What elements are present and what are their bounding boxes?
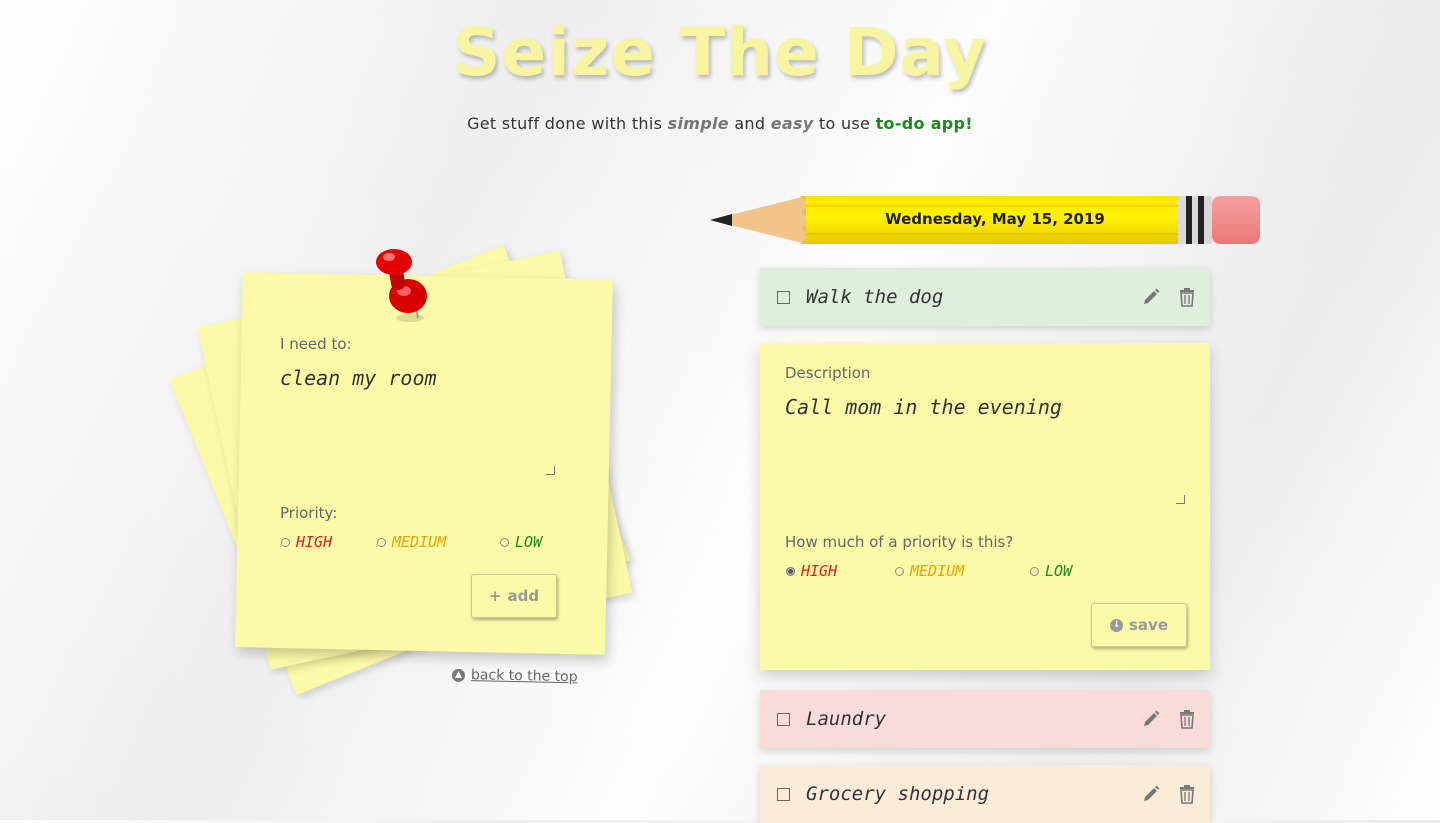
subtitle-and: and: [734, 114, 766, 133]
add-button-label: add: [507, 587, 540, 605]
subtitle-app: to-do app!: [875, 114, 973, 133]
description-resize-handle[interactable]: [1176, 495, 1185, 504]
task-input-resize-handle[interactable]: [546, 466, 555, 475]
edit-priority-low-label: LOW: [1045, 562, 1073, 580]
subtitle-prefix: Get stuff done with this: [467, 114, 663, 133]
description-label: Description: [785, 364, 871, 382]
pencil-edit-icon[interactable]: [1141, 709, 1161, 729]
trash-icon[interactable]: [1178, 784, 1196, 804]
pencil-edit-icon[interactable]: [1141, 784, 1161, 804]
app-subtitle: Get stuff done with this simple and easy…: [0, 114, 1440, 133]
save-button[interactable]: ↓ save: [1091, 603, 1187, 647]
edit-priority-low-option[interactable]: LOW: [1030, 562, 1072, 580]
subtitle-easy: easy: [770, 114, 814, 133]
radio-high-selected[interactable]: [786, 566, 795, 576]
radio-medium[interactable]: [895, 566, 904, 576]
priority-medium-label: MEDIUM: [392, 533, 447, 551]
edit-priority-medium-label: MEDIUM: [910, 562, 965, 580]
app-title: Seize The Day: [452, 14, 988, 91]
pencil-edit-icon[interactable]: [1141, 287, 1161, 307]
todo-label: Grocery shopping: [806, 783, 990, 805]
trash-icon[interactable]: [1178, 709, 1196, 729]
pushpin-icon: [376, 249, 427, 322]
radio-medium[interactable]: [377, 537, 386, 547]
edit-priority-high-label: HIGH: [801, 562, 838, 580]
trash-icon[interactable]: [1178, 287, 1196, 307]
todo-checkbox[interactable]: [777, 712, 790, 726]
priority-label: Priority:: [280, 504, 338, 522]
save-button-label: save: [1128, 616, 1168, 634]
priority-high-label: HIGH: [296, 533, 333, 551]
back-to-top-label: back to the top: [470, 667, 578, 686]
task-label: I need to:: [280, 335, 352, 353]
edit-priority-high-option[interactable]: HIGH: [786, 562, 837, 580]
save-circle-icon: ↓: [1109, 618, 1123, 632]
todo-checkbox[interactable]: [777, 787, 790, 801]
priority-low-label: LOW: [515, 533, 543, 551]
todo-item: Grocery shopping: [760, 765, 1210, 823]
description-input[interactable]: Call mom in the evening: [785, 395, 1185, 500]
priority-low-option[interactable]: LOW: [500, 533, 542, 551]
priority-high-option[interactable]: HIGH: [281, 533, 332, 551]
todo-label: Walk the dog: [806, 286, 944, 308]
add-button[interactable]: + add: [471, 574, 557, 618]
task-input[interactable]: clean my room: [280, 366, 555, 474]
todo-item: Walk the dog: [760, 268, 1210, 326]
edit-priority-label: How much of a priority is this?: [785, 533, 1014, 551]
subtitle-simple: simple: [667, 114, 729, 133]
todo-checkbox[interactable]: [777, 290, 790, 304]
subtitle-to-use: to use: [818, 114, 871, 133]
todo-item: Laundry: [760, 690, 1210, 748]
chevron-up-circle-icon: ▲: [451, 668, 466, 682]
current-date: Wednesday, May 15, 2019: [885, 210, 1105, 228]
back-to-top-link[interactable]: ▲ back to the top: [451, 667, 578, 686]
radio-low[interactable]: [1030, 566, 1039, 576]
radio-low[interactable]: [500, 537, 509, 547]
edit-priority-medium-option[interactable]: MEDIUM: [895, 562, 964, 580]
radio-high[interactable]: [281, 537, 290, 547]
todo-label: Laundry: [806, 708, 887, 730]
priority-medium-option[interactable]: MEDIUM: [377, 533, 446, 551]
plus-icon: +: [488, 587, 502, 605]
